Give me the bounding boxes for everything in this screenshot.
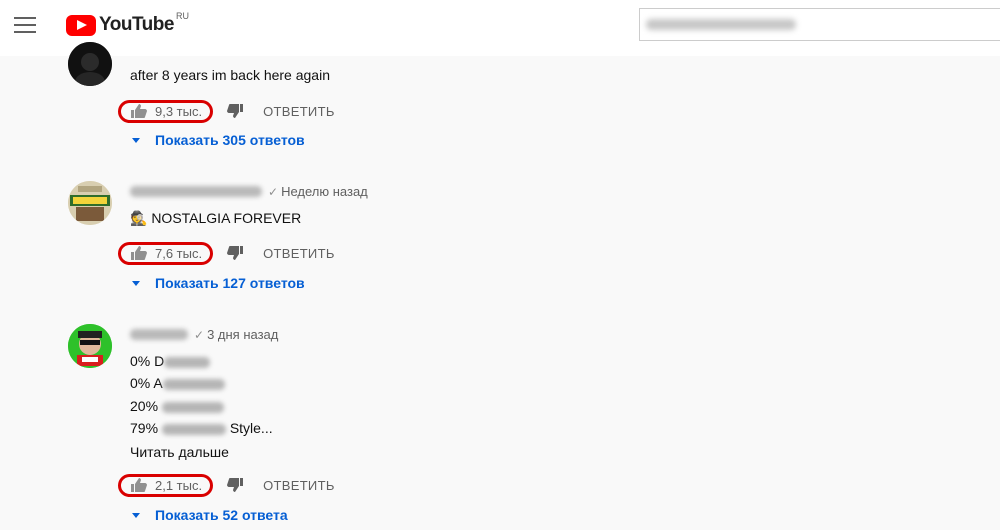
blurred-word [161,423,226,435]
chevron-down-icon [132,512,140,518]
like-button[interactable]: 2,1 тыс. [118,473,214,497]
show-replies-label: Показать 52 ответа [155,507,288,523]
author-name-blurred[interactable] [130,329,188,340]
avatar-image-icon [68,42,112,86]
avatar-image-icon [68,324,112,368]
like-count: 2,1 тыс. [155,477,203,493]
avatar[interactable] [68,324,112,368]
thumbs-up-icon [131,104,147,118]
like-count: 9,3 тыс. [155,103,203,119]
chevron-down-icon [132,137,140,143]
like-button[interactable]: 7,6 тыс. [118,241,214,265]
checkmark-icon: ✓ [268,184,279,199]
comment-time[interactable]: Неделю назад [281,184,368,199]
comment-line: 0% D [130,353,211,369]
avatar[interactable] [68,181,112,225]
comment-header: ✓ 3 дня назад [130,327,278,342]
chevron-down-icon [132,280,140,286]
comment-line-text: 79% [130,420,159,436]
youtube-play-icon [66,14,96,36]
blurred-word [161,401,224,413]
search-query-blurred [646,19,796,30]
logo-text: YouTube [99,14,174,35]
comment-line: 20% [130,398,224,414]
show-replies-button[interactable]: Показать 127 ответов [132,275,305,291]
blurred-word [164,356,211,368]
thumbs-down-icon[interactable] [227,478,244,492]
comment-line: 79% Style... [130,420,273,436]
comment-time[interactable]: 3 дня назад [207,327,278,342]
comment-line: 0% A [130,375,225,391]
comment-actions: 7,6 тыс. ОТВЕТИТЬ [118,241,335,265]
read-more-link[interactable]: Читать дальше [130,444,229,460]
search-input[interactable] [639,8,1000,41]
blurred-word [162,378,225,390]
masthead: YouTube RU [0,0,1000,56]
reply-button[interactable]: ОТВЕТИТЬ [263,104,335,119]
like-button[interactable]: 9,3 тыс. [118,99,214,123]
comment-text: 🕵 NOSTALGIA FOREVER [130,210,302,226]
author-name-blurred[interactable] [130,186,262,197]
reply-button[interactable]: ОТВЕТИТЬ [263,246,335,261]
show-replies-button[interactable]: Показать 52 ответа [132,507,288,523]
avatar-image-icon [68,181,112,225]
thumbs-up-icon [131,478,147,492]
avatar[interactable] [68,42,112,86]
logo-region: RU [175,11,189,21]
comment-line-text: 20% [130,398,159,414]
thumbs-up-icon [131,246,147,260]
like-count: 7,6 тыс. [155,245,203,261]
comment-line-text: 0% D [130,353,165,369]
comment-header: ✓ Неделю назад [130,184,368,199]
show-replies-label: Показать 305 ответов [155,132,305,148]
comment-line-text: 0% A [130,375,163,391]
comment-actions: 9,3 тыс. ОТВЕТИТЬ [118,99,335,123]
thumbs-down-icon[interactable] [227,104,244,118]
hamburger-menu-icon[interactable] [14,17,36,35]
youtube-logo[interactable]: YouTube RU [66,11,189,36]
thumbs-down-icon[interactable] [227,246,244,260]
comment-line-text: Style... [229,420,273,436]
show-replies-label: Показать 127 ответов [155,275,305,291]
comment-actions: 2,1 тыс. ОТВЕТИТЬ [118,473,335,497]
show-replies-button[interactable]: Показать 305 ответов [132,132,305,148]
checkmark-icon: ✓ [194,327,205,342]
comment-text: after 8 years im back here again [130,67,330,83]
reply-button[interactable]: ОТВЕТИТЬ [263,478,335,493]
